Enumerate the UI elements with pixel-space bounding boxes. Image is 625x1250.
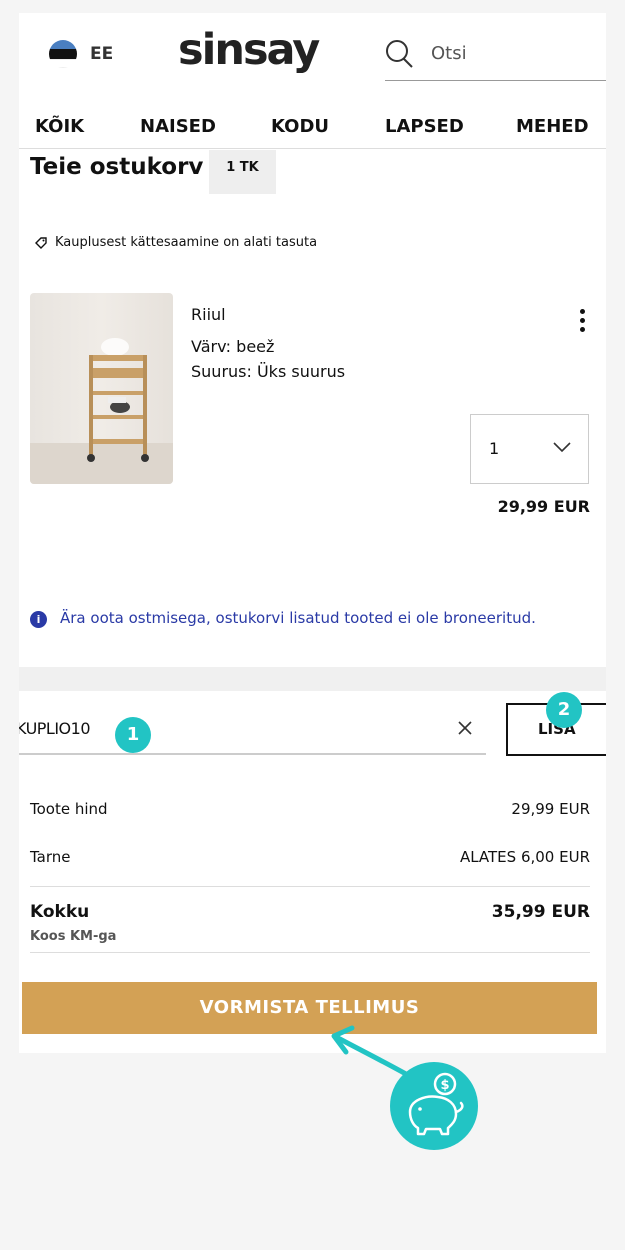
search-icon[interactable] <box>385 39 413 69</box>
product-name[interactable]: Riiul <box>191 305 226 324</box>
estonia-flag-icon[interactable] <box>49 40 77 68</box>
product-color: Värv: beež <box>191 337 275 356</box>
nav-item-kids[interactable]: LAPSED <box>385 116 464 137</box>
more-options-icon[interactable] <box>572 309 592 335</box>
coupon-input[interactable]: KUPLIO10 <box>19 719 91 738</box>
product-size: Suurus: Üks suurus <box>191 362 346 381</box>
vat-note: Koos KM-ga <box>30 929 117 944</box>
delivery-value: ALATES 6,00 EUR <box>459 848 590 866</box>
nav-item-all[interactable]: KÕIK <box>35 116 84 137</box>
summary-divider <box>30 952 590 953</box>
reservation-info-note: Ära oota ostmisega, ostukorvi lisatud to… <box>60 609 536 627</box>
cart-count-badge: 1 TK <box>209 150 276 194</box>
svg-text:$: $ <box>440 1078 449 1093</box>
checkout-button[interactable]: VORMISTA TELLIMUS <box>22 982 597 1034</box>
nav-item-men[interactable]: MEHED <box>516 116 589 137</box>
step-1-badge: 1 <box>115 717 151 753</box>
quantity-select[interactable]: 1 <box>470 414 589 484</box>
page: EE sinsay Otsi KÕIK NAISED KODU LAPSED M… <box>19 13 606 1053</box>
nav-item-women[interactable]: NAISED <box>140 116 216 137</box>
product-price-value: 29,99 EUR <box>511 800 590 818</box>
cart-title: Teie ostukorv <box>30 154 204 180</box>
sinsay-logo[interactable]: sinsay <box>178 25 320 75</box>
language-selector[interactable]: EE <box>90 44 113 64</box>
piggy-bank-icon: $ <box>390 1062 478 1150</box>
nav-item-home[interactable]: KODU <box>271 116 329 137</box>
total-label: Kokku <box>30 902 90 922</box>
close-icon[interactable] <box>456 719 474 737</box>
quantity-value: 1 <box>489 439 500 458</box>
pickup-note: Kauplusest kättesaamine on alati tasuta <box>55 235 318 250</box>
step-2-badge: 2 <box>546 692 582 728</box>
category-nav: KÕIK NAISED KODU LAPSED MEHED <box>19 109 606 149</box>
search-input[interactable]: Otsi <box>431 43 467 64</box>
delivery-label: Tarne <box>30 848 71 866</box>
product-price: 29,99 EUR <box>497 497 590 516</box>
section-separator <box>19 667 606 691</box>
summary-divider <box>30 886 590 887</box>
info-icon: i <box>30 611 47 628</box>
coupon-underline <box>19 753 486 755</box>
tag-icon <box>35 237 47 249</box>
search-underline <box>385 80 606 81</box>
chevron-down-icon <box>553 442 571 453</box>
product-image[interactable] <box>30 293 173 484</box>
total-value: 35,99 EUR <box>491 902 590 922</box>
product-price-label: Toote hind <box>30 800 108 818</box>
